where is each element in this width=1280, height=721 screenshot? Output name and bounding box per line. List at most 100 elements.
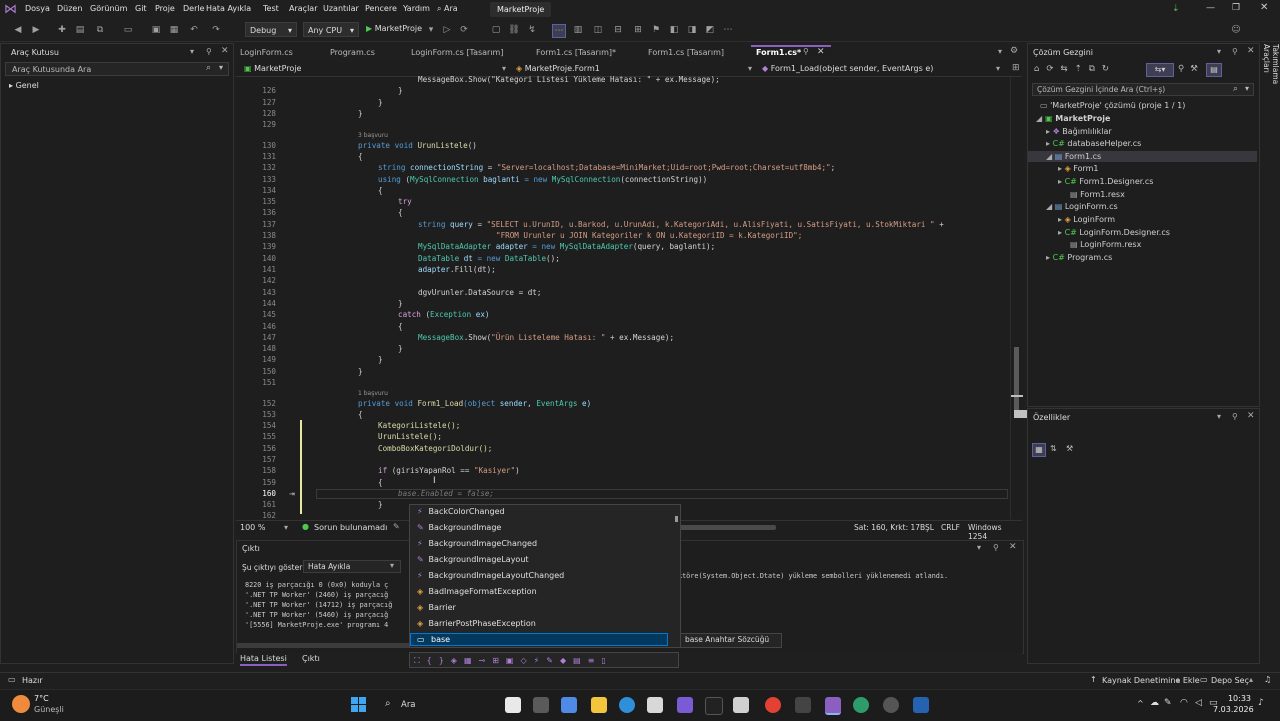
issues-status[interactable]: Sorun bulunamadı — [314, 523, 387, 532]
notifications-icon[interactable]: ♫ — [1264, 675, 1271, 684]
start-debug-button[interactable]: ▶ MarketProje — [366, 24, 422, 33]
close-icon[interactable]: ✕ — [1247, 411, 1255, 421]
tab-loginform-cs[interactable]: LoginForm.cs — [240, 46, 293, 60]
maximize-icon[interactable]: ❐ — [1232, 3, 1240, 13]
app-icon[interactable] — [733, 697, 749, 713]
chevron-down-icon[interactable]: ▾ — [996, 64, 1000, 73]
terminal-icon[interactable] — [705, 697, 723, 715]
back-icon[interactable]: ⇆ — [1061, 64, 1075, 74]
wrench-icon[interactable]: ⚲⚒ — [1178, 64, 1204, 74]
weather-temperature[interactable]: 7°C — [34, 694, 49, 703]
chevron-down-icon[interactable]: ▾ — [1245, 84, 1249, 93]
filter-field-icon[interactable]: ◇ — [520, 656, 533, 665]
tree-item-solution[interactable]: ▭ 'MarketProje' çözümü (proje 1 / 1) — [1040, 101, 1185, 110]
configuration-dropdown[interactable]: Debug ▾ — [245, 22, 297, 37]
solution-search-input[interactable]: Çözüm Gezgini İçinde Ara (Ctrl+ş) ⌕ ▾ — [1032, 83, 1254, 96]
bookmark-clear-icon[interactable]: ◩ — [704, 24, 716, 36]
brush-icon[interactable]: ✎ — [393, 522, 400, 531]
more-icon[interactable]: ⋯ — [722, 24, 734, 36]
bookmark-next-icon[interactable]: ◨ — [686, 24, 698, 36]
menu-git[interactable]: Git — [135, 4, 147, 13]
search-icon[interactable]: ⌕ — [385, 698, 391, 709]
menu-build[interactable]: Derle — [183, 4, 205, 13]
completion-item[interactable]: ⚡ BackgroundImageLayoutChanged — [417, 571, 564, 580]
project-dropdown[interactable]: ▣ MarketProje — [244, 64, 301, 73]
filter-all-icon[interactable]: ⛶ — [414, 656, 427, 665]
edge-icon[interactable] — [619, 697, 635, 713]
tree-item-loginform-cs[interactable]: ◢ ▤ LoginForm.cs — [1046, 202, 1118, 211]
encoding[interactable]: Windows 1254 — [968, 523, 1022, 541]
tree-item-program-cs[interactable]: ▸ C# Program.cs — [1046, 253, 1112, 262]
menu-view[interactable]: Görünüm — [90, 4, 127, 13]
chevron-down-icon[interactable]: ▾ — [284, 523, 288, 532]
tree-item-loginform[interactable]: ▸ ◈ LoginForm — [1058, 215, 1115, 224]
code-editor[interactable] — [236, 77, 1022, 519]
filter-namespace-icon[interactable]: {} — [427, 656, 451, 665]
clock-date[interactable]: 7.03.2026 — [1213, 705, 1254, 714]
sync-view-icon[interactable]: ⟳ — [1046, 64, 1060, 74]
tree-item-dependencies[interactable]: ▸ ❖ Bağımlılıklar — [1046, 127, 1112, 136]
weather-description[interactable]: Güneşli — [34, 705, 64, 714]
filter-button[interactable]: ⇆▾ — [1146, 63, 1174, 77]
filter-event-icon[interactable]: ⚡ — [534, 656, 547, 665]
link-icon[interactable]: ⛓ — [508, 24, 520, 36]
start-without-debug-icon[interactable]: ▷ — [441, 24, 453, 36]
menu-project[interactable]: Proje — [155, 4, 175, 13]
filter-property-icon[interactable]: ✎ — [546, 656, 560, 665]
repository-icon[interactable]: ▭ — [1200, 675, 1208, 684]
panel-menu-icon[interactable]: ▾ — [1217, 47, 1221, 56]
alphabetical-icon[interactable]: ⇅ — [1050, 444, 1057, 453]
visual-studio-logo-icon[interactable]: ⋈ — [4, 3, 18, 17]
select-repository[interactable]: Depo Seç — [1211, 676, 1249, 685]
tab-overflow-icon[interactable]: ▾ — [998, 47, 1002, 56]
new-item-icon[interactable]: ✚ — [56, 24, 68, 36]
tab-form1-designer[interactable]: Form1.cs [Tasarım] — [648, 46, 724, 60]
toolbox-search-input[interactable]: Araç Kutusunda Ara ⌕ ▾ — [5, 62, 229, 76]
menu-help[interactable]: Yardım — [403, 4, 430, 13]
toggle-comment-icon[interactable]: ⋯ — [552, 24, 566, 38]
navigate-back-icon[interactable]: ◀ — [12, 24, 24, 36]
completion-item[interactable]: ⚡ BackgroundImageChanged — [417, 539, 537, 548]
platform-dropdown[interactable]: Any CPU ▾ — [303, 22, 359, 37]
chrome-icon[interactable] — [765, 697, 781, 713]
search-box[interactable]: ⌕ Ara — [437, 4, 458, 14]
file-explorer-icon[interactable] — [591, 697, 607, 713]
copy-icon[interactable]: ⧉ — [94, 24, 106, 36]
cursor-position[interactable]: Sat: 160, Krkt: 17 — [854, 523, 920, 532]
completion-item[interactable]: ✎ BackgroundImage — [417, 523, 501, 532]
completion-item[interactable]: ◈ BadImageFormatException — [417, 587, 537, 596]
completion-item[interactable]: ✎ BackgroundImageLayout — [417, 555, 529, 564]
tree-item-loginform-resx[interactable]: ▤ LoginForm.resx — [1070, 240, 1141, 249]
save-icon[interactable]: ▣ — [150, 24, 162, 36]
menu-test[interactable]: Test — [263, 4, 279, 13]
wrench-icon[interactable]: ⚒ — [1066, 444, 1073, 453]
zoom-level[interactable]: 100 % — [240, 523, 265, 532]
code-lens-references[interactable]: 3 başvuru — [358, 132, 388, 139]
chevron-up-icon[interactable]: ▴ — [1249, 675, 1253, 684]
tab-loginform-designer[interactable]: LoginForm.cs [Tasarım] — [411, 46, 503, 60]
bookmark-prev-icon[interactable]: ◧ — [668, 24, 680, 36]
open-folder-icon[interactable]: ▭ — [122, 24, 134, 36]
filter-interface-icon[interactable]: ⊸ — [479, 656, 493, 665]
chevron-up-icon[interactable]: ▴ — [1176, 675, 1180, 684]
windows-start-icon[interactable] — [351, 697, 367, 713]
class-dropdown[interactable]: ◈ MarketProje.Form1 — [516, 64, 600, 73]
filter-local-icon[interactable]: ▤ — [573, 656, 588, 665]
split-icon[interactable]: ◫ — [592, 24, 604, 36]
categorized-icon[interactable]: ▦ — [1032, 443, 1046, 457]
show-all-icon[interactable]: ⧉ — [1089, 64, 1102, 74]
sync-icon[interactable]: ⇣ — [1172, 4, 1180, 14]
weather-icon[interactable] — [12, 695, 30, 713]
menu-extensions[interactable]: Uzantılar — [323, 4, 359, 13]
tree-item-form1-cs[interactable]: ◢ ▤ Form1.cs — [1046, 152, 1101, 161]
member-dropdown[interactable]: ◆ Form1_Load(object sender, EventArgs e) — [762, 64, 933, 73]
editor-vertical-scrollbar[interactable] — [1010, 77, 1023, 519]
add-to-source-control[interactable]: Kaynak Denetimine Ekle — [1102, 676, 1200, 685]
open-file-icon[interactable]: ▤ — [74, 24, 86, 36]
close-icon[interactable]: ✕ — [1247, 46, 1255, 56]
tree-item-form1-designer[interactable]: ▸ C# Form1.Designer.cs — [1058, 177, 1153, 186]
hot-reload-icon[interactable]: ↯ — [526, 24, 538, 36]
tab-form1-designer-modified[interactable]: Form1.cs [Tasarım]* — [536, 46, 616, 60]
tree-item-databasehelper[interactable]: ▸ C# databaseHelper.cs — [1046, 139, 1141, 148]
refresh-icon[interactable]: ⟳ — [458, 24, 470, 36]
